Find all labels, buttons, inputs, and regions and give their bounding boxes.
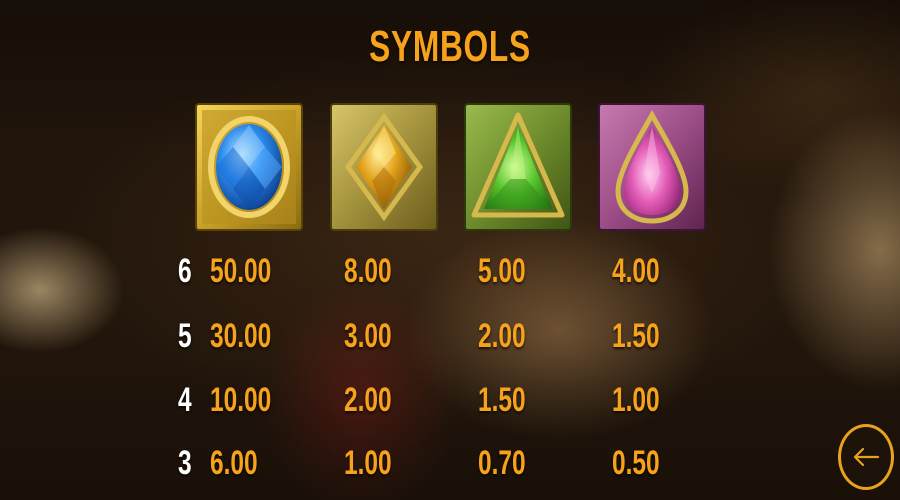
pay-value: 6.00 bbox=[210, 444, 258, 482]
pay-value: 30.00 bbox=[210, 317, 272, 355]
blurred-background bbox=[0, 0, 900, 500]
green-gem-icon bbox=[464, 103, 572, 231]
row-label-3: 3 bbox=[178, 444, 192, 482]
pay-value: 2.00 bbox=[344, 381, 392, 419]
pay-value: 50.00 bbox=[210, 252, 272, 290]
pay-value: 10.00 bbox=[210, 381, 272, 419]
pink-gem-icon bbox=[598, 103, 706, 231]
pay-value: 0.70 bbox=[478, 444, 526, 482]
blue-gem-icon bbox=[195, 103, 303, 231]
yellow-gem-icon bbox=[330, 103, 438, 231]
row-label-5: 5 bbox=[178, 317, 192, 355]
pay-value: 4.00 bbox=[612, 252, 660, 290]
pay-value: 1.50 bbox=[478, 381, 526, 419]
pay-value: 0.50 bbox=[612, 444, 660, 482]
pay-value: 1.00 bbox=[344, 444, 392, 482]
row-label-4: 4 bbox=[178, 381, 192, 419]
pay-value: 5.00 bbox=[478, 252, 526, 290]
pay-value: 2.00 bbox=[478, 317, 526, 355]
pay-value: 1.50 bbox=[612, 317, 660, 355]
pay-value: 3.00 bbox=[344, 317, 392, 355]
back-arrow-icon bbox=[853, 447, 880, 467]
row-label-6: 6 bbox=[178, 252, 192, 290]
back-button[interactable] bbox=[838, 424, 894, 490]
page-title: SYMBOLS bbox=[369, 22, 531, 71]
pay-value: 1.00 bbox=[612, 381, 660, 419]
pay-value: 8.00 bbox=[344, 252, 392, 290]
